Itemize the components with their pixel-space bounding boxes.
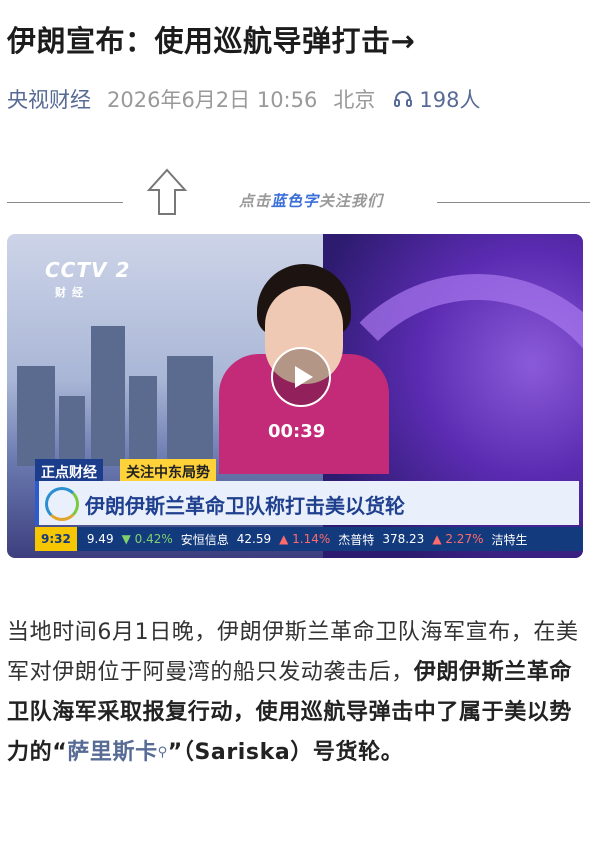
paragraph-bold-end: ”（Sariska）号货轮。 [167, 740, 404, 765]
stock-ticker: 9:32 9.49 ▼ 0.42% 安恒信息 42.59 ▲ 1.14% 杰普特… [35, 527, 583, 551]
publish-date: 2026年6月2日 10:56 [107, 88, 318, 112]
headphones-icon [394, 91, 413, 107]
ticker-item: 42.59 [236, 532, 272, 546]
article-meta: 央视财经 2026年6月2日 10:56 北京 198人 [7, 84, 480, 114]
article-title: 伊朗宣布：使用巡航导弹打击→ [7, 24, 416, 58]
search-icon[interactable]: ⚲ [158, 745, 168, 760]
channel-logo: CCTV 2 财经 [45, 258, 130, 300]
ticker-item: 9.49 [86, 532, 114, 546]
ticker-item: ▲ 2.27% [432, 532, 484, 546]
location: 北京 [333, 88, 376, 112]
article-paragraph: 当地时间6月1日晚，伊朗伊斯兰革命卫队海军宣布，在美军对伊朗位于阿曼湾的船只发动… [7, 613, 592, 773]
play-button[interactable] [271, 347, 331, 407]
source-link[interactable]: 央视财经 [7, 84, 91, 114]
follow-divider: 点击蓝色字关注我们 [7, 168, 597, 230]
ticker-item: 安恒信息 [180, 532, 229, 547]
article-page: 伊朗宣布：使用巡航导弹打击→ 央视财经 2026年6月2日 10:56 北京 1… [0, 0, 615, 849]
city-building [91, 326, 125, 466]
ticker-item: ▼ 0.42% [121, 532, 173, 546]
ticker-item: ▲ 1.14% [279, 532, 331, 546]
video-player[interactable]: CCTV 2 财经 00:39 正点财经 关注中东局势 伊朗伊斯兰革命卫队称打击… [7, 234, 583, 558]
channel-logo-text: CCTV 2 [45, 258, 131, 282]
listen-count-text: 198人 [419, 88, 481, 112]
follow-prompt[interactable]: 点击蓝色字关注我们 [239, 190, 383, 211]
sariska-link[interactable]: 萨里斯卡 [67, 740, 157, 765]
follow-prompt-post: 关注我们 [319, 192, 384, 210]
follow-prompt-pre: 点击 [239, 192, 272, 210]
ticker-item: 洁特生 [491, 532, 528, 547]
divider-line-left [7, 202, 123, 203]
city-building [167, 356, 213, 466]
channel-sub: 财经 [55, 286, 89, 299]
divider-line-right [437, 202, 590, 203]
video-duration: 00:39 [268, 421, 326, 442]
headline-banner: 伊朗伊斯兰革命卫队称打击美以货轮 [35, 481, 579, 525]
ticker-time: 9:32 [35, 527, 77, 551]
listen-count[interactable]: 198人 [393, 84, 480, 114]
city-building [129, 376, 157, 466]
up-arrow-icon [146, 168, 188, 215]
city-building [17, 366, 55, 466]
city-building [59, 396, 85, 466]
ticker-item: 杰普特 [338, 532, 375, 547]
headline-text: 伊朗伊斯兰革命卫队称打击美以货轮 [85, 494, 405, 518]
cctv-finance-icon [45, 487, 79, 521]
ticker-item: 378.23 [382, 532, 425, 546]
follow-prompt-blue: 蓝色字 [271, 192, 320, 210]
